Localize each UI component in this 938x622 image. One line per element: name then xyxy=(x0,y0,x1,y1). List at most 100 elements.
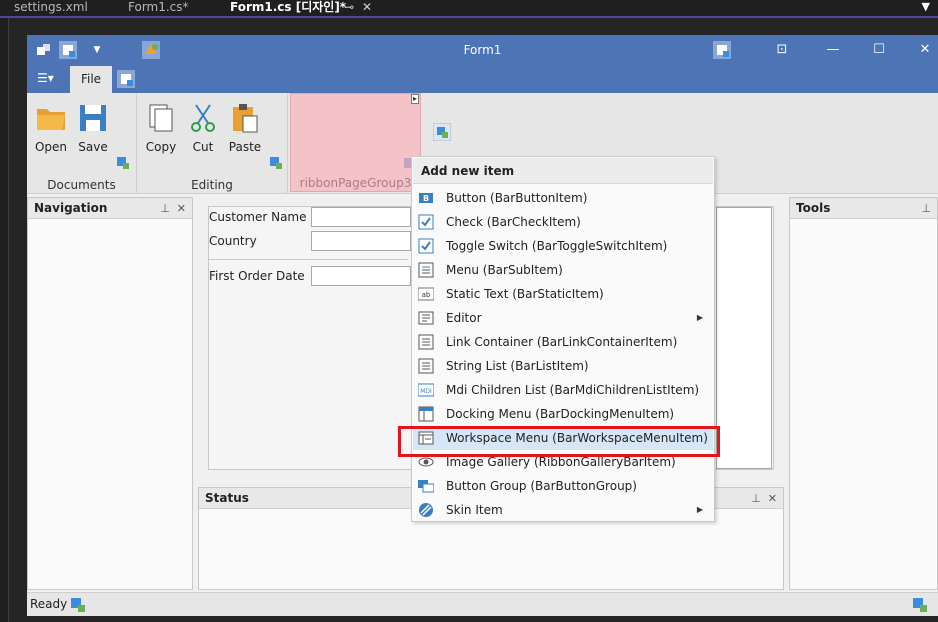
close-icon[interactable]: ✕ xyxy=(362,0,372,15)
docking-menu-icon xyxy=(418,406,434,422)
menu-item-label: Button Group (BarButtonGroup) xyxy=(446,479,637,493)
tools-panel: Tools ⊥ xyxy=(789,197,938,590)
tab-label: Form1.cs [디자인]* xyxy=(230,0,347,14)
add-new-item-menu: Add new item B Button (BarButtonItem) Chec… xyxy=(411,156,715,522)
check-icon xyxy=(418,214,434,230)
panel-buttons: ⊥ xyxy=(921,198,931,219)
grid-area[interactable] xyxy=(716,207,772,469)
navigation-panel: Navigation ⊥ ✕ xyxy=(27,197,193,590)
menu-item-docking-menu[interactable]: Docking Menu (BarDockingMenuItem) xyxy=(413,402,713,426)
submenu-arrow-icon: ▶ xyxy=(696,505,703,514)
button-label: Paste xyxy=(228,140,262,154)
ribbon-page-group-3[interactable]: ▸ ribbonPageGroup3 xyxy=(290,93,421,192)
svg-text:MDI: MDI xyxy=(420,388,432,395)
scissors-icon xyxy=(191,104,215,132)
status-bar: Ready xyxy=(27,592,938,616)
menu-item-editor[interactable]: Editor ▶ xyxy=(413,306,713,330)
button-label: Save xyxy=(78,140,108,154)
pin-icon[interactable]: ⊥ xyxy=(921,202,931,215)
restore-layout-icon[interactable]: ⊡ xyxy=(772,40,792,60)
menu-item-label: Editor xyxy=(446,311,482,325)
ribbon-group-editing: Copy Cut Paste Editing xyxy=(137,93,288,194)
close-icon[interactable]: ✕ xyxy=(768,492,777,505)
button-group-icon xyxy=(418,480,434,493)
add-item-icon[interactable] xyxy=(913,598,927,612)
editor-icon xyxy=(418,311,434,325)
title-bar: ▼ Form1 ⊡ — ☐ ✕ xyxy=(27,35,938,66)
tab-label: settings.xml xyxy=(14,0,88,14)
tab-form1-cs[interactable]: Form1.cs* xyxy=(114,0,224,16)
menu-item-label: Mdi Children List (BarMdiChildrenListIte… xyxy=(446,383,700,397)
menu-item-button-group[interactable]: Button Group (BarButtonGroup) xyxy=(413,474,713,498)
add-page-icon[interactable] xyxy=(117,70,135,88)
button-label: Cut xyxy=(192,140,214,154)
folder-icon xyxy=(37,109,65,130)
copy-button[interactable]: Copy xyxy=(141,103,181,154)
ribbon-tab-file[interactable]: File xyxy=(70,66,112,93)
add-item-icon[interactable] xyxy=(117,157,129,169)
menu-header: Add new item xyxy=(413,158,713,184)
panel-title: Tools xyxy=(796,201,831,215)
menu-item-button[interactable]: B Button (BarButtonItem) xyxy=(413,186,713,210)
tab-label: File xyxy=(80,72,102,86)
svg-text:B: B xyxy=(423,194,429,203)
highlight-annotation xyxy=(398,426,720,457)
pin-icon[interactable]: ⊥ xyxy=(751,492,761,505)
navigation-header: Navigation ⊥ ✕ xyxy=(28,198,192,219)
panel-buttons: ⊥ ✕ xyxy=(751,488,777,509)
menu-item-label: Button (BarButtonItem) xyxy=(446,191,588,205)
separator xyxy=(208,259,408,260)
add-item-icon[interactable] xyxy=(713,41,731,59)
pin-icon[interactable]: ⊥ xyxy=(160,202,170,215)
status-text: Ready xyxy=(30,597,68,611)
ribbon-group-documents: Open Save Documents xyxy=(27,93,137,194)
country-combo[interactable] xyxy=(311,231,411,251)
mdi-list-icon: MDI xyxy=(418,383,434,397)
menu-item-string-list[interactable]: String List (BarListItem) xyxy=(413,354,713,378)
tab-settings-xml[interactable]: settings.xml xyxy=(0,0,126,16)
menu-item-check[interactable]: Check (BarCheckItem) xyxy=(413,210,713,234)
button-label: Copy xyxy=(145,140,177,154)
close-icon[interactable]: ✕ xyxy=(177,202,186,215)
save-button[interactable]: Save xyxy=(73,103,113,154)
maximize-icon[interactable]: ☐ xyxy=(869,40,889,60)
tab-dropdown-icon[interactable]: ▼ xyxy=(922,0,930,13)
menu-item-label: String List (BarListItem) xyxy=(446,359,589,373)
menu-item-label: Toggle Switch (BarToggleSwitchItem) xyxy=(446,239,668,253)
menu-item-static-text[interactable]: ab Static Text (BarStaticItem) xyxy=(413,282,713,306)
add-item-icon[interactable] xyxy=(71,598,85,612)
customer-name-label: Customer Name xyxy=(209,210,307,224)
tab-form1-designer[interactable]: Form1.cs [디자인]* ⊸ ✕ xyxy=(216,0,378,16)
close-window-icon[interactable]: ✕ xyxy=(915,40,935,60)
add-item-icon[interactable] xyxy=(270,157,282,169)
menu-item-skin[interactable]: Skin Item ▶ xyxy=(413,498,713,522)
pin-icon[interactable]: ⊸ xyxy=(344,0,354,15)
button-icon: B xyxy=(419,193,433,203)
first-order-date-label: First Order Date xyxy=(209,269,305,283)
menu-item-toggle[interactable]: Toggle Switch (BarToggleSwitchItem) xyxy=(413,234,713,258)
customer-name-input[interactable] xyxy=(311,207,411,227)
first-order-date-input[interactable] xyxy=(311,266,411,286)
smart-tag-arrow-icon[interactable]: ▸ xyxy=(410,94,419,104)
menu-item-mdi-list[interactable]: MDI Mdi Children List (BarMdiChildrenList… xyxy=(413,378,713,402)
floppy-icon xyxy=(80,105,106,131)
skin-icon xyxy=(419,503,433,517)
document-tab-strip: settings.xml Form1.cs* Form1.cs [디자인]* ⊸… xyxy=(0,0,938,17)
submenu-arrow-icon: ▶ xyxy=(696,313,703,322)
static-text-icon: ab xyxy=(418,287,434,301)
copy-icon xyxy=(149,104,173,132)
menu-item-menu[interactable]: Menu (BarSubItem) xyxy=(413,258,713,282)
form-title: Form1 xyxy=(463,43,502,57)
app-menu-icon[interactable]: ☰▾ xyxy=(37,71,54,85)
menu-item-link-container[interactable]: Link Container (BarLinkContainerItem) xyxy=(413,330,713,354)
add-group-icon[interactable] xyxy=(433,123,451,141)
menu-item-label: Menu (BarSubItem) xyxy=(446,263,563,277)
toggle-icon xyxy=(418,238,434,254)
minimize-icon[interactable]: — xyxy=(823,40,843,60)
paste-button[interactable]: Paste xyxy=(225,103,265,154)
ribbon-tab-bar: ☰▾ File xyxy=(27,66,938,93)
menu-item-label: Docking Menu (BarDockingMenuItem) xyxy=(446,407,675,421)
cut-button[interactable]: Cut xyxy=(183,103,223,154)
button-label: Open xyxy=(34,140,68,154)
open-button[interactable]: Open xyxy=(31,103,71,154)
